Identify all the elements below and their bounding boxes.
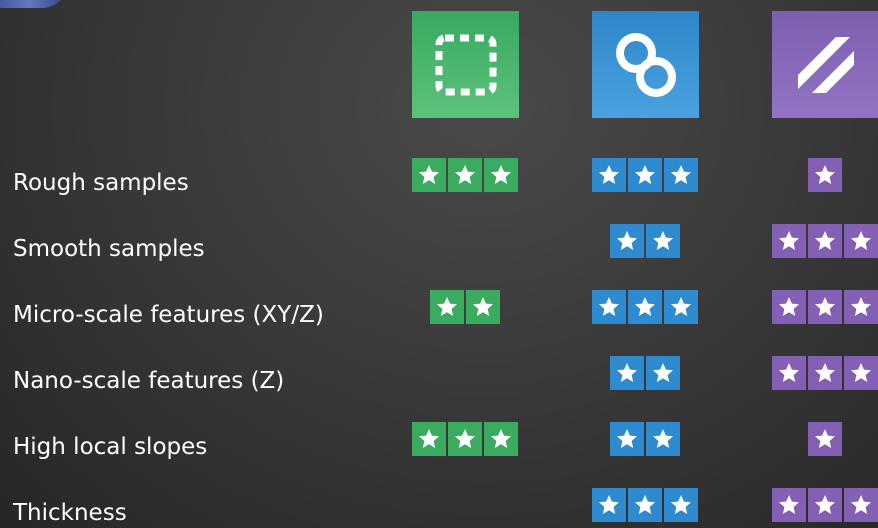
rating-blue (610, 356, 680, 390)
star-icon (646, 224, 680, 258)
row-label: High local slopes (13, 434, 208, 460)
star-icon (844, 290, 878, 324)
star-icon (592, 488, 626, 522)
star-icon (646, 356, 680, 390)
star-icon (772, 356, 806, 390)
star-icon (610, 356, 644, 390)
star-icon (844, 488, 878, 522)
star-icon (466, 290, 500, 324)
star-icon (808, 290, 842, 324)
row-label: Micro-scale features (XY/Z) (13, 302, 324, 328)
star-icon (412, 158, 446, 192)
rating-blue (592, 290, 698, 324)
star-icon (592, 158, 626, 192)
star-icon (808, 224, 842, 258)
rating-purple (772, 224, 878, 258)
rating-green (430, 290, 500, 324)
rating-blue (592, 158, 698, 192)
row-label: Smooth samples (13, 236, 205, 262)
rating-purple (772, 488, 878, 522)
star-icon (772, 290, 806, 324)
star-icon (808, 488, 842, 522)
star-icon (772, 224, 806, 258)
star-icon (610, 224, 644, 258)
rating-purple (808, 422, 842, 456)
diagonal-stripes-icon (772, 11, 878, 118)
star-icon (664, 488, 698, 522)
star-icon (592, 290, 626, 324)
rating-blue (592, 488, 698, 522)
rating-green (412, 422, 518, 456)
star-icon (628, 290, 662, 324)
star-icon (808, 422, 842, 456)
star-icon (412, 422, 446, 456)
rating-blue (610, 224, 680, 258)
star-icon (772, 488, 806, 522)
star-icon (844, 356, 878, 390)
rating-green (412, 158, 518, 192)
rating-purple (772, 356, 878, 390)
star-icon (448, 422, 482, 456)
star-icon (808, 356, 842, 390)
star-icon (610, 422, 644, 456)
rating-purple (808, 158, 842, 192)
star-icon (664, 290, 698, 324)
rating-blue (610, 422, 680, 456)
star-icon (448, 158, 482, 192)
decorative-blob (0, 0, 68, 8)
star-icon (664, 158, 698, 192)
star-icon (628, 158, 662, 192)
dashed-square-icon (412, 11, 519, 118)
star-icon (628, 488, 662, 522)
row-label: Rough samples (13, 170, 189, 196)
row-label: Nano-scale features (Z) (13, 368, 285, 394)
linked-rings-icon (592, 11, 699, 118)
star-icon (844, 224, 878, 258)
star-icon (808, 158, 842, 192)
star-icon (430, 290, 464, 324)
star-icon (646, 422, 680, 456)
rating-purple (772, 290, 878, 324)
row-label: Thickness (13, 500, 127, 526)
star-icon (484, 422, 518, 456)
star-icon (484, 158, 518, 192)
